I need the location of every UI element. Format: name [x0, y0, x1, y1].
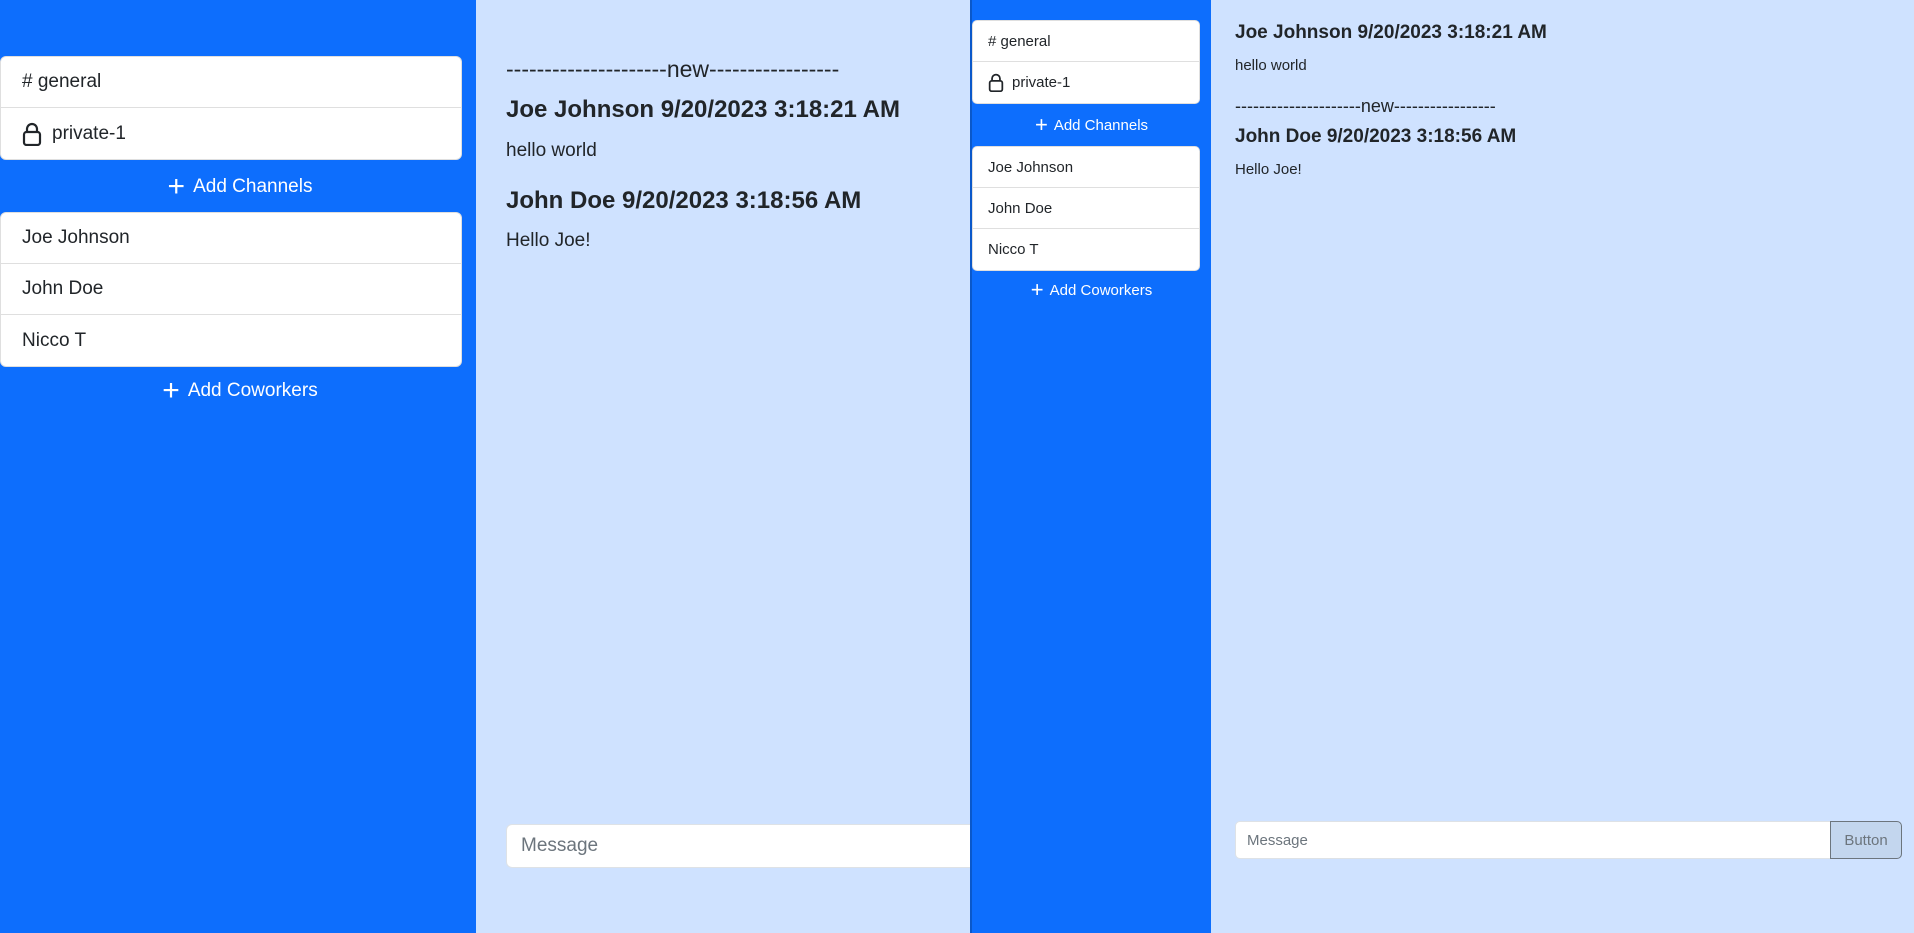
message-pane: ---------------------new----------------…: [0, 0, 970, 933]
coworker-list: Joe Johnson John Doe Nicco T: [972, 146, 1200, 271]
message-text: hello world: [1235, 57, 1307, 74]
coworker-item[interactable]: John Doe: [973, 188, 1199, 229]
message-header: John Doe 9/20/2023 3:18:56 AM: [506, 187, 862, 214]
message-input[interactable]: [1235, 821, 1831, 859]
message-text: Hello Joe!: [1235, 161, 1302, 178]
plus-icon: +: [1034, 112, 1048, 137]
add-channels-label: Add Channels: [1053, 116, 1149, 134]
message-input[interactable]: [506, 824, 970, 868]
message-header: Joe Johnson 9/20/2023 3:18:21 AM: [506, 96, 900, 123]
channel-item-private-1[interactable]: private-1: [973, 62, 1199, 103]
lock-icon: [988, 73, 1004, 92]
message-text: Hello Joe!: [506, 230, 591, 251]
channel-list: # general private-1: [972, 20, 1200, 104]
add-coworkers-button[interactable]: + Add Coworkers: [972, 275, 1211, 305]
channel-label: # general: [988, 32, 1051, 50]
message-header: John Doe 9/20/2023 3:18:56 AM: [1235, 126, 1517, 147]
sidebar: # general private-1 + Add Channels Joe J…: [972, 0, 1211, 933]
coworker-label: Joe Johnson: [988, 158, 1074, 176]
channel-item-general[interactable]: # general: [973, 21, 1199, 62]
plus-icon: +: [1030, 277, 1044, 302]
message-pane: Joe Johnson 9/20/2023 3:18:21 AM hello w…: [1211, 0, 1914, 933]
add-channels-button[interactable]: + Add Channels: [972, 110, 1211, 140]
add-coworkers-label: Add Coworkers: [1049, 281, 1153, 299]
channel-label: private-1: [1012, 74, 1071, 91]
coworker-item[interactable]: Joe Johnson: [973, 147, 1199, 188]
coworker-item[interactable]: Nicco T: [973, 229, 1199, 270]
coworker-label: John Doe: [988, 199, 1053, 217]
coworker-label: Nicco T: [988, 241, 1039, 258]
chat-window-large: # general private-1 + Add Channels Joe J…: [0, 0, 970, 933]
new-messages-separator: ---------------------new----------------…: [506, 56, 840, 82]
message-header: Joe Johnson 9/20/2023 3:18:21 AM: [1235, 22, 1547, 43]
message-text: hello world: [506, 140, 597, 161]
new-messages-separator: ---------------------new----------------…: [1235, 96, 1496, 116]
chat-window-small: # general private-1 + Add Channels Joe J…: [970, 0, 1914, 933]
send-button[interactable]: Button: [1830, 821, 1902, 859]
